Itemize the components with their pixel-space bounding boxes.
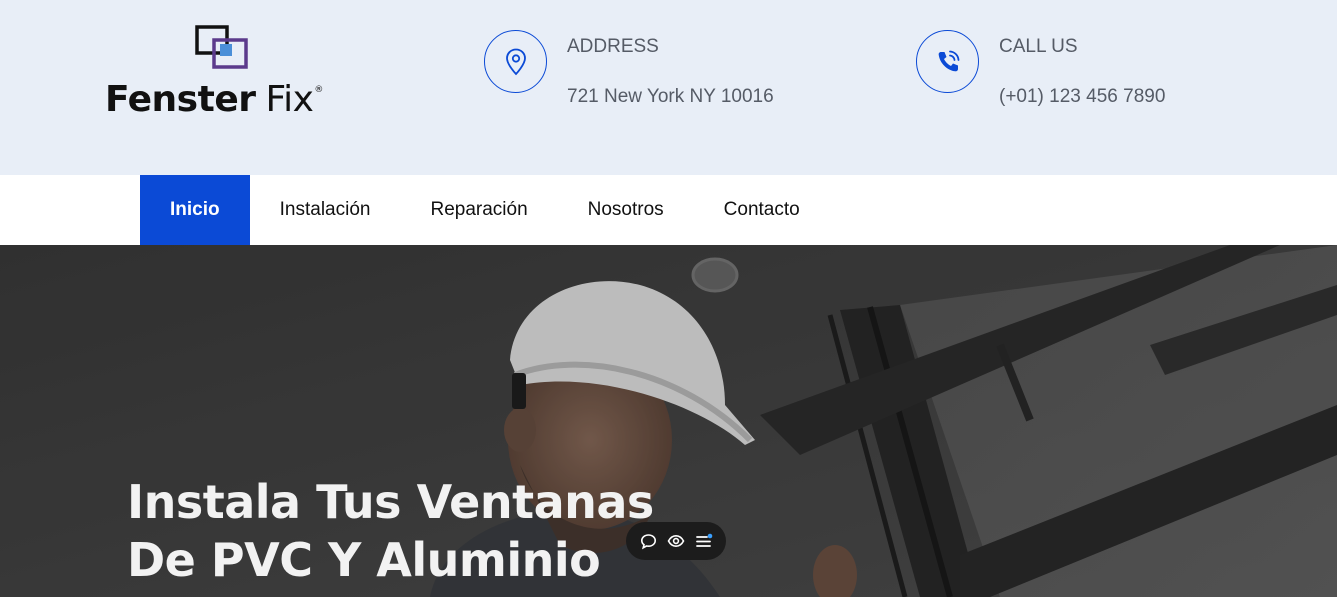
menu-list-icon xyxy=(696,533,713,547)
comment-icon xyxy=(640,533,656,549)
logo-wordmark: Fenster Fix® xyxy=(105,79,323,120)
hero-title: Instala Tus Ventanas De PVC Y Aluminio xyxy=(127,473,654,589)
phone-icon xyxy=(938,50,959,71)
nav-item-contacto[interactable]: Contacto xyxy=(694,175,830,245)
hero-title-line-1: Instala Tus Ventanas xyxy=(127,475,654,529)
address-label: ADDRESS xyxy=(567,36,659,57)
site-logo[interactable]: Fenster Fix® xyxy=(105,25,345,125)
menu-list-button[interactable] xyxy=(693,530,715,552)
address-icon-circle xyxy=(484,30,547,93)
window-logo-icon xyxy=(195,25,248,69)
nav-list: Inicio Instalación Reparación Nosotros C… xyxy=(140,175,830,245)
header-top-bar: Fenster Fix® ADDRESS 721 New York NY 1001… xyxy=(0,0,1337,175)
nav-item-reparacion[interactable]: Reparación xyxy=(400,175,557,245)
logo-word-fix: Fix xyxy=(265,79,314,120)
phone-icon-circle[interactable] xyxy=(916,30,979,93)
nav-item-instalacion[interactable]: Instalación xyxy=(250,175,401,245)
phone-number[interactable]: (+01) 123 456 7890 xyxy=(999,86,1165,108)
location-pin-icon xyxy=(505,48,526,75)
registered-mark: ® xyxy=(314,85,323,95)
eye-icon xyxy=(667,534,685,548)
logo-word-fenster: Fenster xyxy=(105,79,256,120)
comment-button[interactable] xyxy=(637,530,659,552)
address-value: 721 New York NY 10016 xyxy=(567,86,774,107)
main-nav: Inicio Instalación Reparación Nosotros C… xyxy=(0,175,1337,245)
nav-item-inicio[interactable]: Inicio xyxy=(140,175,250,245)
hero-banner: Instala Tus Ventanas De PVC Y Aluminio xyxy=(0,245,1337,597)
floating-toolbar xyxy=(626,522,726,560)
call-label: CALL US xyxy=(999,36,1078,57)
preview-button[interactable] xyxy=(665,530,687,552)
hero-title-line-2: De PVC Y Aluminio xyxy=(127,533,601,587)
nav-item-nosotros[interactable]: Nosotros xyxy=(558,175,694,245)
